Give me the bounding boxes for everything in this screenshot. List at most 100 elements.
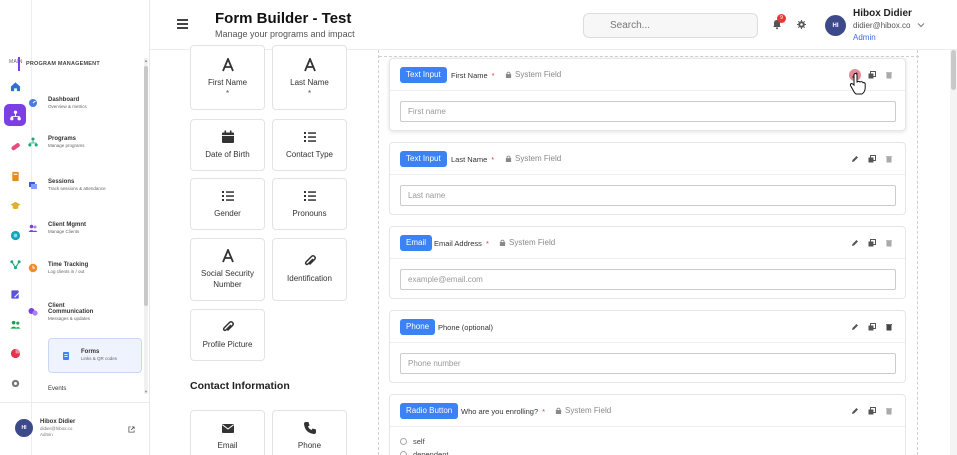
settings-icon[interactable]: [4, 372, 26, 394]
globe-icon[interactable]: [4, 224, 26, 246]
palette-field-email[interactable]: Email: [190, 410, 265, 455]
forms-icon: [63, 351, 69, 360]
document-edit-icon[interactable]: [4, 283, 26, 305]
sidebar-item-programs[interactable]: Programs Manage programs: [26, 127, 136, 157]
copy-icon[interactable]: [866, 405, 878, 417]
list-icon: [221, 190, 234, 201]
book-icon[interactable]: [4, 165, 26, 187]
field-label: Email Address *: [434, 239, 489, 248]
palette-field-last-name[interactable]: Last Name *: [272, 45, 347, 110]
form-field-card[interactable]: Text Input Last Name * System Field Last …: [389, 142, 906, 215]
email-input[interactable]: example@email.com: [400, 269, 896, 290]
sidebar-item-label: Events: [48, 386, 67, 392]
dashboard-icon: [29, 99, 37, 107]
user-name: Hibox Didier: [853, 8, 912, 19]
first-name-input[interactable]: First name: [400, 101, 896, 122]
palette-field-phone[interactable]: Phone: [272, 410, 347, 455]
user-email: didier@hibox.co: [40, 426, 73, 431]
envelope-icon: [221, 424, 234, 433]
external-link-icon[interactable]: [128, 426, 135, 433]
sidebar-item-client-mgmnt[interactable]: Client Mgmnt Manage Clients: [26, 213, 136, 243]
copy-icon[interactable]: [866, 321, 878, 333]
sidebar-item-client-communication[interactable]: Client Communication Messages & updates: [26, 297, 136, 327]
menu-icon[interactable]: [177, 19, 188, 29]
graduation-icon[interactable]: [4, 194, 26, 216]
palette-field-label: Gender: [214, 208, 241, 218]
scroll-up-icon[interactable]: ▲: [144, 59, 148, 63]
palette-field-pronouns[interactable]: Pronouns: [272, 178, 347, 230]
palette-field-first-name[interactable]: First Name *: [190, 45, 265, 110]
page-title: Form Builder - Test: [215, 10, 352, 27]
trash-icon[interactable]: [883, 237, 895, 249]
page-subtitle: Manage your programs and impact: [215, 29, 355, 39]
field-actions: [844, 237, 895, 249]
search-input[interactable]: Search...: [583, 13, 758, 38]
field-actions: [844, 405, 895, 417]
radio-circle[interactable]: [400, 438, 407, 445]
palette-field-identification[interactable]: Identification: [272, 238, 347, 301]
required-mark: *: [307, 89, 312, 99]
field-type-tag: Text Input: [400, 151, 447, 167]
phone-input[interactable]: Phone number: [400, 353, 896, 374]
users-icon[interactable]: [4, 313, 26, 335]
radio-circle[interactable]: [400, 451, 407, 455]
edit-icon[interactable]: [849, 405, 861, 417]
radio-option[interactable]: dependent: [400, 450, 448, 455]
scrollbar-thumb[interactable]: [951, 50, 956, 90]
sidebar-item-label: Time Tracking: [48, 261, 89, 268]
palette-field-profile-picture[interactable]: Profile Picture: [190, 309, 265, 361]
paperclip-icon: [222, 320, 234, 331]
trash-icon[interactable]: [883, 153, 895, 165]
palette-field-date-of-birth[interactable]: Date of Birth: [190, 119, 265, 171]
program-tree-icon[interactable]: [4, 104, 26, 126]
copy-icon[interactable]: [866, 237, 878, 249]
palette-field-ssn[interactable]: Social Security Number: [190, 238, 265, 301]
sidebar-scrollbar[interactable]: ▲ ▼: [144, 58, 148, 394]
palette-field-label: First Name: [207, 77, 248, 87]
scrollbar-thumb[interactable]: [144, 66, 148, 306]
palette-field-label: Contact Type: [286, 149, 333, 159]
home-icon[interactable]: [4, 75, 26, 97]
sidebar-item-sessions[interactable]: Sessions Track sessions & attendance: [26, 170, 136, 200]
palette-field-contact-type[interactable]: Contact Type: [272, 119, 347, 171]
programs-icon: [28, 137, 38, 147]
trash-icon[interactable]: [883, 69, 895, 81]
last-name-input[interactable]: Last name: [400, 185, 896, 206]
page-scrollbar[interactable]: [950, 50, 957, 455]
chevron-down-icon[interactable]: [917, 21, 925, 29]
edit-icon[interactable]: [849, 237, 861, 249]
gear-icon[interactable]: [797, 20, 806, 29]
sidebar-item-events[interactable]: Events: [26, 377, 136, 401]
edit-icon[interactable]: [849, 321, 861, 333]
form-field-card[interactable]: Text Input First Name * System Field Firs…: [389, 58, 906, 131]
user-role: Admin: [40, 432, 53, 437]
form-field-card[interactable]: Phone Phone (optional) Phone number: [389, 310, 906, 383]
events-icon: [28, 384, 38, 394]
form-field-card[interactable]: Radio Button Who are you enrolling? * Sys…: [389, 394, 906, 455]
sidebar-item-dashboard[interactable]: Dashboard Overview & metrics: [26, 88, 136, 118]
pie-chart-icon[interactable]: [4, 342, 26, 364]
pill-icon[interactable]: [4, 135, 26, 157]
lock-icon: [505, 71, 512, 78]
section-heading: Contact Information: [190, 380, 290, 392]
trash-icon[interactable]: [883, 321, 895, 333]
system-field-indicator: System Field: [555, 406, 611, 415]
sidebar-item-forms[interactable]: Forms Links & QR codes: [48, 338, 142, 373]
system-field-indicator: System Field: [499, 238, 555, 247]
sidebar-item-desc: Track sessions & attendance: [48, 185, 106, 191]
edit-icon[interactable]: [849, 153, 861, 165]
sidebar-item-time-tracking[interactable]: Time Tracking Log clients in / out: [26, 253, 136, 283]
palette-field-gender[interactable]: Gender: [190, 178, 265, 230]
sidebar-user-card[interactable]: HI Hibox Didier didier@hibox.co Admin: [15, 419, 75, 437]
field-label: Phone (optional): [438, 323, 494, 332]
field-type-tag: Phone: [400, 319, 436, 335]
flow-icon[interactable]: [4, 253, 26, 275]
copy-icon[interactable]: [866, 153, 878, 165]
user-role: Admin: [853, 33, 876, 42]
avatar[interactable]: HI: [825, 15, 846, 36]
form-field-card[interactable]: Email Email Address * System Field exampl…: [389, 226, 906, 299]
radio-option[interactable]: self: [400, 437, 425, 446]
copy-icon[interactable]: [866, 69, 878, 81]
scroll-down-icon[interactable]: ▼: [144, 390, 148, 394]
trash-icon[interactable]: [883, 405, 895, 417]
